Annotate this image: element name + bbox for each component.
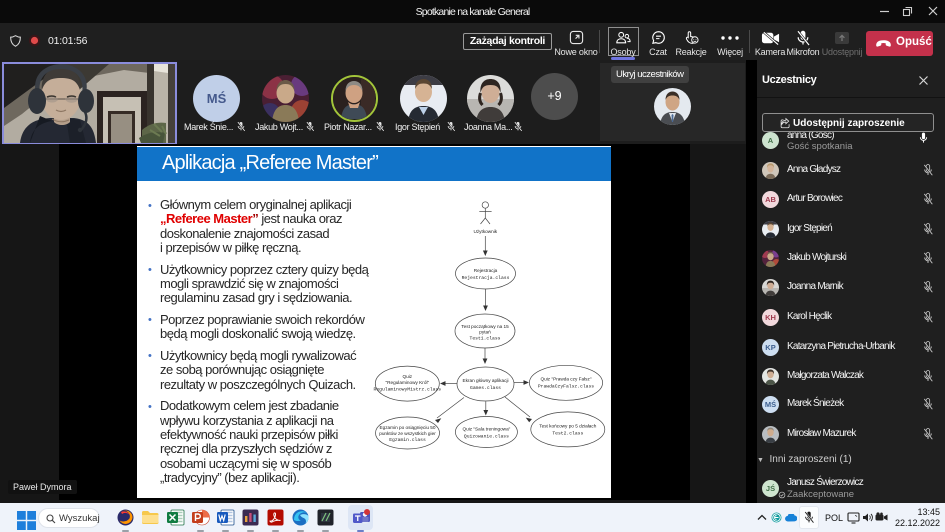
- svg-text:Rejestracja.class: Rejestracja.class: [462, 275, 510, 281]
- svg-text:Egzamin po osiągnięciu 50: Egzamin po osiągnięciu 50: [379, 425, 435, 430]
- svg-text:Test1.class: Test1.class: [470, 336, 501, 342]
- svg-text:Quiz: Quiz: [402, 374, 412, 379]
- svg-text:pytań: pytań: [479, 330, 491, 335]
- svg-text:Quiz "Sala treningowa": Quiz "Sala treningowa": [462, 427, 510, 432]
- svg-text:Rejestracja: Rejestracja: [474, 268, 498, 273]
- svg-text:Użytkownik: Użytkownik: [473, 229, 497, 234]
- svg-text:Egzamin.class: Egzamin.class: [389, 437, 426, 443]
- svg-text:Test początkowy na 15: Test początkowy na 15: [461, 324, 509, 329]
- svg-text:PrawdaCzyFalsz.class: PrawdaCzyFalsz.class: [538, 384, 594, 390]
- svg-text:Ekran główny aplikacji: Ekran główny aplikacji: [462, 378, 508, 383]
- svg-text:punktów ze wszystkich gier: punktów ze wszystkich gier: [379, 431, 436, 436]
- svg-text:Games.class: Games.class: [470, 385, 501, 391]
- svg-text:"Regulaminowy Król": "Regulaminowy Król": [385, 380, 429, 385]
- svg-text:RegulaminowyMistrz.class: RegulaminowyMistrz.class: [374, 387, 442, 393]
- svg-text:Test końcowy po 5 działach: Test końcowy po 5 działach: [539, 424, 596, 429]
- svg-text:Quiz "Prawda czy Fałsz": Quiz "Prawda czy Fałsz": [541, 377, 592, 382]
- svg-text:Test2.class: Test2.class: [552, 431, 583, 437]
- svg-text:Quizowanie.class: Quizowanie.class: [464, 434, 509, 440]
